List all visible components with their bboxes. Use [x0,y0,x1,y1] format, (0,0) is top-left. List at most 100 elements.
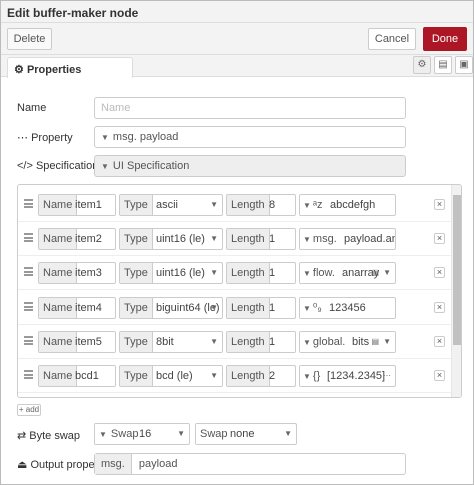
item-value-field[interactable]: ▼ flow. anarray ▤ ▼ [299,262,396,284]
item-name-field[interactable]: Name item4 [38,297,116,319]
item-value-field[interactable]: ▼ ⁰₉ 123456 [299,297,396,319]
done-button[interactable]: Done [423,27,467,51]
database-icon[interactable]: ▤ [371,332,379,352]
caret-down-icon: ▼ [284,429,292,438]
item-length-value: 2 [269,370,276,382]
item-row: Name item3 Type uint16 (le) ▼ Length 1 ▼… [18,256,451,290]
cancel-button[interactable]: Cancel [368,28,416,50]
item-name-label: Name [39,298,78,318]
item-value-field[interactable]: ▼ global. bits ▤ ▼ [299,331,396,353]
item-length-field[interactable]: Length 1 [226,331,296,353]
drag-handle-icon[interactable] [24,302,33,311]
sign-out-icon: ⏏ [17,459,31,471]
caret-down-icon: ▼ [210,200,218,209]
item-type-select[interactable]: Type biguint64 (le) ▼ [119,297,223,319]
name-label: Name [17,102,47,114]
item-type-value: bcd (le) [156,370,193,382]
remove-icon[interactable]: × [434,267,445,278]
item-length-field[interactable]: Length 8 [226,194,296,216]
item-name-field[interactable]: Name item3 [38,262,116,284]
code-icon: </> [17,160,36,172]
item-type-select[interactable]: Type ascii ▼ [119,194,223,216]
list-scrollbar[interactable] [451,185,461,397]
remove-icon[interactable]: × [434,233,445,244]
item-name-field[interactable]: Name item2 [38,228,116,250]
item-type-value: uint16 (le) [156,233,205,245]
remove-icon[interactable]: × [434,370,445,381]
database-icon[interactable]: ▤ [371,263,379,283]
byte-swap-label-text: Byte swap [29,430,81,442]
tab-bar: ⚙ Properties ⚙ ▤ ▣ [1,55,473,78]
swap-select-2[interactable]: Swap none ▼ [195,423,297,445]
item-type-value: 8bit [156,336,174,348]
item-length-value: 1 [269,267,276,279]
caret-down-icon: ▼ [210,371,218,380]
description-icon[interactable]: ▤ [434,56,452,74]
item-type-select[interactable]: Type uint16 (le) ▼ [119,228,223,250]
caret-down-icon: ▼ [210,234,218,243]
item-length-field[interactable]: Length 2 [226,365,296,387]
item-value-field[interactable]: ▼msg. payload.anumb [299,228,396,250]
caret-down-icon[interactable]: ▼ [383,263,391,283]
output-property-prefix: msg. [95,454,132,474]
specification-select[interactable]: ▼ UI Specification [94,155,406,177]
tab-properties[interactable]: ⚙ Properties [7,57,133,78]
add-item-button[interactable]: + add [17,404,41,416]
item-value-field[interactable]: ▼{} [1234.2345] ⋯ [299,365,396,387]
output-property-value: payload [138,458,178,470]
item-value-type: ▼ ᵃz [300,195,327,215]
caret-down-icon[interactable]: ▼ [383,332,391,352]
item-type-label: Type [120,195,153,215]
drag-handle-icon[interactable] [24,370,33,379]
item-value-field[interactable]: ▼ ᵃz abcdefgh [299,194,396,216]
item-name-field[interactable]: Name item5 [38,331,116,353]
remove-icon[interactable]: × [434,336,445,347]
expand-icon[interactable]: ⋯ [383,366,391,386]
remove-icon[interactable]: × [434,302,445,313]
item-name-label: Name [39,195,78,215]
item-length-label: Length [227,229,270,249]
item-length-label: Length [227,366,270,386]
appearance-icon[interactable]: ▣ [455,56,473,74]
item-name-label: Name [39,366,78,386]
item-list: Name item1 Type ascii ▼ Length 8 ▼ ᵃz abc… [17,184,462,398]
drag-handle-icon[interactable] [24,199,33,208]
drag-handle-icon[interactable] [24,267,33,276]
swap-label-2: Swap [196,424,232,444]
property-prefix: msg. [112,131,137,143]
item-name-field[interactable]: Name bcd1 [38,365,116,387]
delete-button[interactable]: Delete [7,28,52,50]
tray-header: Edit buffer-maker node [1,1,473,23]
caret-down-icon: ▼ [303,338,311,347]
output-property-input[interactable]: msg. payload [94,453,406,475]
item-type-select[interactable]: Type bcd (le) ▼ [119,365,223,387]
item-type-label: Type [120,263,153,283]
caret-down-icon[interactable]: ▼ [101,133,109,142]
item-name-label: Name [39,263,78,283]
name-input[interactable]: Name [94,97,406,119]
tray-toolbar: Delete Cancel Done [1,23,473,55]
swap-select-1[interactable]: ▼ Swap 16 ▼ [94,423,190,445]
item-row: Name item4 Type biguint64 (le) ▼ Length … [18,291,451,325]
specification-label: </> Specification [17,160,98,172]
item-name-value: item5 [75,336,102,348]
item-type-select[interactable]: Type uint16 (le) ▼ [119,262,223,284]
specification-value: UI Specification [112,160,190,172]
item-length-value: 1 [269,336,276,348]
item-length-field[interactable]: Length 1 [226,228,296,250]
caret-down-icon: ▼ [101,162,109,171]
scrollbar-thumb[interactable] [453,195,461,345]
item-type-select[interactable]: Type 8bit ▼ [119,331,223,353]
property-input[interactable]: ▼ msg. payload [94,126,406,148]
drag-handle-icon[interactable] [24,336,33,345]
caret-down-icon: ▼ [99,430,107,439]
tab-properties-label: Properties [26,64,82,76]
item-length-field[interactable]: Length 1 [226,262,296,284]
drag-handle-icon[interactable] [24,233,33,242]
remove-icon[interactable]: × [434,199,445,210]
item-length-field[interactable]: Length 1 [226,297,296,319]
edit-tray: Edit buffer-maker node Delete Cancel Don… [0,0,474,485]
item-value-prefix: ᵃz [312,199,323,211]
gear-icon[interactable]: ⚙ [413,56,431,74]
item-name-field[interactable]: Name item1 [38,194,116,216]
